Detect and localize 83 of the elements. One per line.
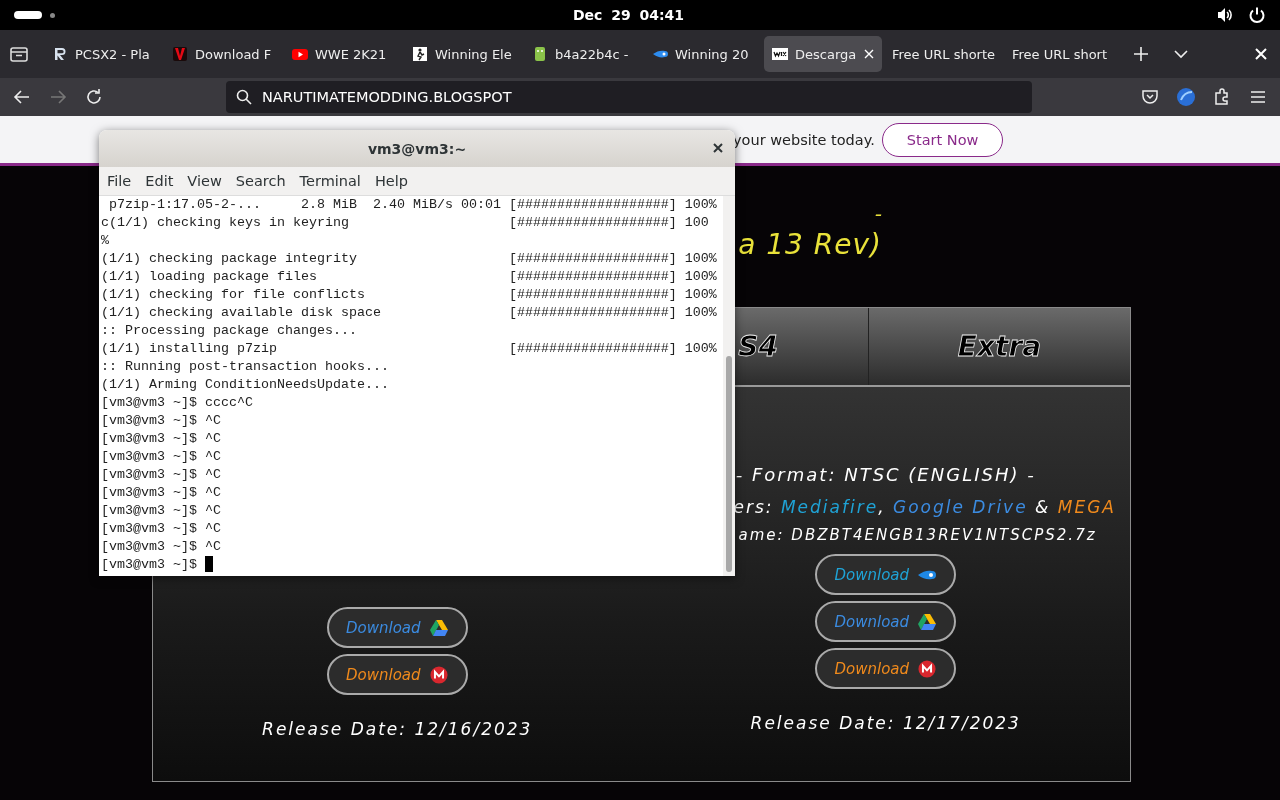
terminal-line: [vm3@vm3 ~]$ ^C <box>101 412 221 430</box>
progress-text: [###################] 100% <box>508 340 717 358</box>
workspace-dot[interactable] <box>50 12 55 18</box>
scrollbar[interactable] <box>723 196 735 576</box>
menu-item[interactable]: File <box>107 173 139 189</box>
terminal-line: c(1/1) checking keys in keyring <box>101 214 350 232</box>
download-button[interactable]: Download <box>815 648 957 689</box>
file-name-text: ame: DBZBT4ENGB13REV1NTSCPS2.7z <box>737 526 1097 544</box>
android-icon <box>532 46 548 62</box>
server-link[interactable]: MEGA <box>1057 497 1116 517</box>
r-logo-icon <box>52 46 68 62</box>
server-link[interactable]: Google Drive <box>892 497 1028 517</box>
banner-text: your website today. <box>733 131 875 148</box>
browser-tab[interactable]: WWE 2K21 <box>284 36 402 72</box>
browser-tab[interactable]: b4a22b4c - <box>524 36 642 72</box>
server-link[interactable]: Mediafire <box>780 497 879 517</box>
release-date: Release Date: 12/17/2023 <box>750 713 1021 733</box>
player-icon <box>412 46 428 62</box>
menu-item[interactable]: View <box>187 173 229 189</box>
format-text: - Format: NTSC (ENGLISH) - <box>735 464 1036 485</box>
terminal-line: [vm3@vm3 ~]$ ^C <box>101 502 221 520</box>
terminal-line: [vm3@vm3 ~]$ cccc^C <box>101 394 253 412</box>
browser-tab[interactable]: PCSX2 - Pla <box>44 36 162 72</box>
menu-item[interactable]: Help <box>374 173 415 189</box>
drive-icon <box>428 618 449 637</box>
terminal-line: (1/1) loading package files <box>101 268 318 286</box>
progress-text: [###################] 100% <box>508 196 717 214</box>
volume-icon[interactable] <box>1216 6 1234 24</box>
terminal-line: [vm3@vm3 ~]$ ^C <box>101 520 221 538</box>
browser-tab[interactable]: Descarga <box>764 36 882 72</box>
page-subheading: a 13 Rev) <box>738 227 882 263</box>
pocket-icon[interactable] <box>1140 87 1160 107</box>
menu-item[interactable]: Terminal <box>299 173 368 189</box>
progress-text: [###################] 100% <box>508 250 717 268</box>
power-icon[interactable] <box>1248 6 1266 24</box>
progress-text: [###################] 100% <box>508 304 717 322</box>
v-logo-icon <box>172 46 188 62</box>
play-icon <box>292 46 308 62</box>
browser-tab[interactable]: Free URL shorte <box>884 36 1002 72</box>
terminal-prompt: [vm3@vm3 ~]$ <box>101 556 197 574</box>
close-tab-icon[interactable] <box>864 49 874 59</box>
progress-text: [###################] 100% <box>508 268 717 286</box>
menu-item[interactable]: Search <box>235 173 293 189</box>
progress-text: [###################] 100 <box>508 214 709 232</box>
drive-icon <box>917 612 938 631</box>
terminal-line: % <box>101 232 109 250</box>
mega-icon <box>428 665 449 684</box>
mega-icon <box>917 659 938 678</box>
browser-tab[interactable]: Download F <box>164 36 282 72</box>
download-button[interactable]: Download <box>815 601 957 642</box>
download-button[interactable]: Download <box>815 554 957 595</box>
account-icon[interactable] <box>1176 87 1196 107</box>
terminal-line: (1/1) checking for file conflicts <box>101 286 366 304</box>
text-cursor <box>205 556 213 572</box>
address-field[interactable]: NARUTIMATEMODDING.BLOGSPOT <box>226 81 1032 113</box>
release-date: Release Date: 12/16/2023 <box>262 719 533 739</box>
download-button[interactable]: Download <box>326 607 468 648</box>
wix-logo-icon <box>772 46 788 62</box>
terminal-line: (1/1) checking package integrity <box>101 250 358 268</box>
terminal-line: p7zip-1:17.05-2-... 2.8 MiB 2.40 MiB/s 00:01 <box>108 196 502 214</box>
terminal-line: [vm3@vm3 ~]$ ^C <box>101 448 221 466</box>
start-now-button[interactable]: Start Now <box>881 122 1004 157</box>
terminal-line: [vm3@vm3 ~]$ ^C <box>101 466 221 484</box>
reload-icon[interactable] <box>84 87 104 107</box>
progress-text: [###################] 100% <box>508 286 717 304</box>
browser-tab[interactable]: Winning Ele <box>404 36 522 72</box>
close-icon[interactable] <box>713 143 723 153</box>
terminal-line: (1/1) checking available disk space <box>101 304 382 322</box>
page-heading: - <box>874 201 882 227</box>
window-title: vm3@vm3:~ <box>367 140 467 157</box>
terminal-line: :: Processing package changes... <box>101 322 357 340</box>
terminal-line: [vm3@vm3 ~]$ ^C <box>101 538 221 556</box>
search-icon <box>236 89 252 105</box>
terminal-line: (1/1) Arming ConditionNeedsUpdate... <box>101 376 389 394</box>
download-button[interactable]: Download <box>326 654 468 695</box>
workspace-indicator[interactable] <box>14 11 42 19</box>
terminal-line: :: Running post-transaction hooks... <box>101 358 389 376</box>
terminal-line: (1/1) installing p7zip <box>101 340 278 358</box>
browser-tab[interactable]: Free URL short <box>1004 36 1122 72</box>
terminal-line: [vm3@vm3 ~]$ ^C <box>101 484 221 502</box>
menu-item[interactable]: Edit <box>145 173 181 189</box>
terminal-line: [vm3@vm3 ~]$ ^C <box>101 430 221 448</box>
browser-tab[interactable]: Winning 20 <box>644 36 762 72</box>
